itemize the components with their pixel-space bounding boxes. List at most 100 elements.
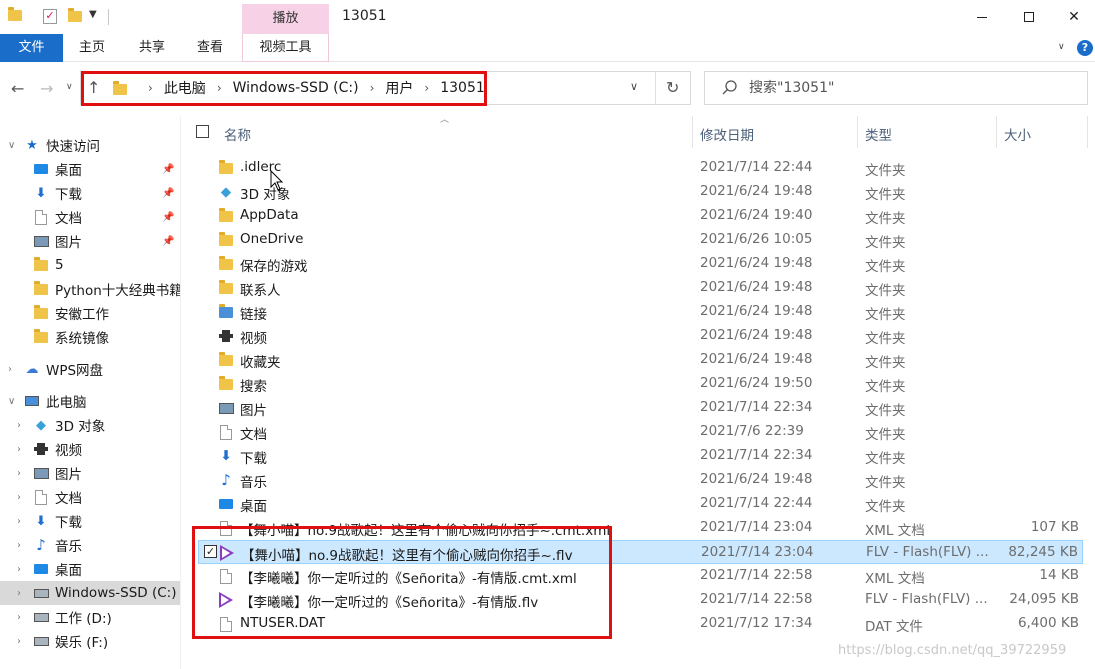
recent-locations-chevron-icon[interactable]: ∨ xyxy=(66,82,73,92)
expand-chevron-icon[interactable]: › xyxy=(17,420,21,431)
sidebar-item-label: 音乐 xyxy=(55,539,82,555)
file-row[interactable]: AppData 2021/6/24 19:40 文件夹 xyxy=(190,204,1083,228)
file-row[interactable]: 保存的游戏 2021/6/24 19:48 文件夹 xyxy=(190,252,1083,276)
download-icon: ⬇ xyxy=(35,513,47,529)
select-all-checkbox[interactable] xyxy=(196,125,209,138)
column-divider[interactable] xyxy=(1087,116,1088,148)
file-row[interactable]: 文档 2021/7/6 22:39 文件夹 xyxy=(190,420,1083,444)
file-row[interactable]: 链接 2021/6/24 19:48 文件夹 xyxy=(190,300,1083,324)
file-row[interactable]: ♪ 音乐 2021/6/24 19:48 文件夹 xyxy=(190,468,1083,492)
sidebar-item-quick-access[interactable]: ∨ ★ 快速访问 xyxy=(0,133,180,157)
file-name: 链接 xyxy=(240,307,267,323)
file-row[interactable]: 桌面 2021/7/14 22:44 文件夹 xyxy=(190,492,1083,516)
column-divider[interactable] xyxy=(857,116,858,148)
file-name: 下载 xyxy=(240,451,267,467)
expand-chevron-icon[interactable]: › xyxy=(17,540,21,551)
customize-toolbar-chevron-icon[interactable]: ▼ xyxy=(89,9,97,20)
expand-chevron-icon[interactable]: › xyxy=(17,636,21,647)
file-type: DAT 文件 xyxy=(865,619,923,635)
quick-access-folder-icon[interactable] xyxy=(8,6,22,22)
file-row[interactable]: ◆ 3D 对象 2021/6/24 19:48 文件夹 xyxy=(190,180,1083,204)
column-type[interactable]: 类型 xyxy=(865,124,892,144)
expand-ribbon-chevron-icon[interactable]: ∨ xyxy=(1058,42,1065,52)
sidebar-item-desktop[interactable]: 桌面 📌 xyxy=(0,157,180,181)
expand-chevron-icon[interactable]: › xyxy=(17,444,21,455)
sidebar-item-videos[interactable]: › 视频 xyxy=(0,437,180,461)
column-divider[interactable] xyxy=(692,116,693,148)
sidebar-item-this-pc[interactable]: ∨ 此电脑 xyxy=(0,389,180,413)
sidebar-item-folder-5[interactable]: 5 xyxy=(0,253,180,277)
close-button[interactable]: ✕ xyxy=(1051,0,1095,34)
address-history-chevron-icon[interactable]: ∨ xyxy=(630,80,638,93)
column-modified[interactable]: 修改日期 xyxy=(700,124,754,144)
refresh-icon[interactable]: ↻ xyxy=(666,78,679,97)
pin-icon[interactable]: 📌 xyxy=(162,212,174,223)
window-title: 13051 xyxy=(342,8,387,24)
column-name[interactable]: 名称 xyxy=(224,124,251,144)
collapse-chevron-icon[interactable]: ∨ xyxy=(8,140,15,151)
expand-chevron-icon[interactable]: › xyxy=(17,492,21,503)
back-arrow-icon[interactable]: ← xyxy=(11,79,24,98)
file-row[interactable]: OneDrive 2021/6/26 10:05 文件夹 xyxy=(190,228,1083,252)
folder-icon xyxy=(33,304,49,321)
search-folder-icon xyxy=(218,375,234,392)
tab-video-tools[interactable]: 视频工具 xyxy=(242,34,329,62)
file-size: 14 KB xyxy=(1039,567,1079,583)
sidebar-item-downloads-pc[interactable]: › ⬇ 下载 xyxy=(0,509,180,533)
file-row[interactable]: .idlerc 2021/7/14 22:44 文件夹 xyxy=(190,156,1083,180)
sidebar-item-3d-objects[interactable]: › ◆ 3D 对象 xyxy=(0,413,180,437)
column-divider[interactable] xyxy=(996,116,997,148)
sidebar-item-drive-f[interactable]: › 娱乐 (F:) xyxy=(0,629,180,653)
onedrive-icon xyxy=(218,231,234,248)
sidebar-item-pictures-pc[interactable]: › 图片 xyxy=(0,461,180,485)
sidebar-item-downloads[interactable]: ⬇ 下载 📌 xyxy=(0,181,180,205)
file-row[interactable]: 收藏夹 2021/6/24 19:48 文件夹 xyxy=(190,348,1083,372)
tab-file[interactable]: 文件 xyxy=(0,34,63,62)
download-icon: ⬇ xyxy=(220,448,232,464)
search-input[interactable] xyxy=(749,77,1069,99)
sidebar-item-pictures[interactable]: 图片 📌 xyxy=(0,229,180,253)
file-row[interactable]: 联系人 2021/6/24 19:48 文件夹 xyxy=(190,276,1083,300)
help-icon[interactable]: ? xyxy=(1077,40,1093,56)
expand-chevron-icon[interactable]: › xyxy=(17,564,21,575)
new-folder-icon[interactable] xyxy=(68,8,82,26)
expand-chevron-icon[interactable]: › xyxy=(17,516,21,527)
forward-arrow-icon[interactable]: → xyxy=(40,79,53,98)
sidebar-item-drive-c[interactable]: › Windows-SSD (C:) xyxy=(0,581,180,605)
pin-icon[interactable]: 📌 xyxy=(162,164,174,175)
file-row[interactable]: ⬇ 下载 2021/7/14 22:34 文件夹 xyxy=(190,444,1083,468)
file-row[interactable]: 图片 2021/7/14 22:34 文件夹 xyxy=(190,396,1083,420)
sidebar-item-documents[interactable]: 文档 📌 xyxy=(0,205,180,229)
sidebar-item-wps-cloud[interactable]: › ☁ WPS网盘 xyxy=(0,357,180,381)
pin-icon[interactable]: 📌 xyxy=(162,188,174,199)
minimize-button[interactable] xyxy=(959,0,1005,34)
file-date: 2021/6/24 19:48 xyxy=(700,471,813,487)
maximize-button[interactable] xyxy=(1006,0,1052,34)
star-icon: ★ xyxy=(26,137,38,153)
column-size[interactable]: 大小 xyxy=(1004,124,1031,144)
sidebar-item-anhui-work[interactable]: 安徽工作 xyxy=(0,301,180,325)
file-type: 文件夹 xyxy=(865,475,906,491)
tab-share[interactable]: 共享 xyxy=(126,34,178,62)
folder-icon xyxy=(218,159,234,176)
sidebar-item-drive-d[interactable]: › 工作 (D:) xyxy=(0,605,180,629)
sidebar-item-music[interactable]: › ♪ 音乐 xyxy=(0,533,180,557)
search-box[interactable] xyxy=(704,71,1088,105)
sidebar-item-system-image[interactable]: 系统镜像 xyxy=(0,325,180,349)
pin-icon[interactable]: 📌 xyxy=(162,236,174,247)
collapse-chevron-icon[interactable]: ∨ xyxy=(8,396,15,407)
sidebar-item-documents-pc[interactable]: › 文档 xyxy=(0,485,180,509)
sidebar-item-label: 快速访问 xyxy=(46,139,100,155)
tab-home[interactable]: 主页 xyxy=(66,34,118,62)
expand-chevron-icon[interactable]: › xyxy=(8,364,12,375)
expand-chevron-icon[interactable]: › xyxy=(17,468,21,479)
sidebar-item-python-books[interactable]: Python十大经典书籍 xyxy=(0,277,180,301)
expand-chevron-icon[interactable]: › xyxy=(17,612,21,623)
tab-view[interactable]: 查看 xyxy=(184,34,236,62)
properties-icon[interactable]: ✓ xyxy=(43,9,57,24)
file-row[interactable]: 搜索 2021/6/24 19:50 文件夹 xyxy=(190,372,1083,396)
sidebar-item-desktop-pc[interactable]: › 桌面 xyxy=(0,557,180,581)
expand-chevron-icon[interactable]: › xyxy=(17,588,21,599)
file-row[interactable]: 视频 2021/6/24 19:48 文件夹 xyxy=(190,324,1083,348)
file-date: 2021/7/14 22:58 xyxy=(700,591,813,607)
